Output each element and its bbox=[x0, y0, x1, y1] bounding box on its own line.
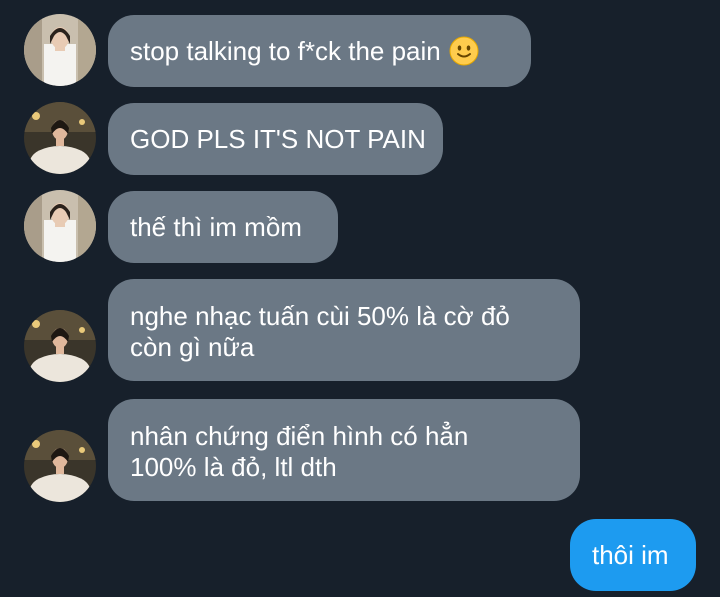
message-text: GOD PLS IT'S NOT PAIN bbox=[130, 123, 426, 154]
message-text: thôi im bbox=[592, 539, 669, 570]
slightly-smiling-face-icon bbox=[449, 36, 479, 66]
message-bubble[interactable]: stop talking to f*ck the pain bbox=[108, 15, 531, 87]
chat-thread: stop talking to f*ck the pain GOD PLS IT… bbox=[0, 0, 720, 597]
message-text-line: còn gì nữa bbox=[130, 332, 255, 362]
message-bubble[interactable]: GOD PLS IT'S NOT PAIN bbox=[108, 103, 443, 175]
avatar-contact-a[interactable] bbox=[24, 14, 96, 86]
message-bubble[interactable]: nghe nhạc tuấn cùi 50% là cờ đỏ còn gì n… bbox=[108, 279, 580, 381]
message-bubble[interactable]: thế thì im mồm bbox=[108, 191, 338, 263]
avatar-contact-b[interactable] bbox=[24, 310, 96, 382]
message-text-line: nhân chứng điển hình có hẳn bbox=[130, 421, 469, 451]
message-bubble[interactable]: nhân chứng điển hình có hẳn 100% là đỏ, … bbox=[108, 399, 580, 501]
message-text: stop talking to f*ck the pain bbox=[130, 35, 441, 66]
message-text-line: nghe nhạc tuấn cùi 50% là cờ đỏ bbox=[130, 301, 510, 331]
message-text-line: 100% là đỏ, ltl dth bbox=[130, 452, 337, 482]
outgoing-message-bubble[interactable]: thôi im bbox=[570, 519, 696, 591]
avatar-contact-b[interactable] bbox=[24, 430, 96, 502]
avatar-contact-a[interactable] bbox=[24, 190, 96, 262]
message-text: thế thì im mồm bbox=[130, 211, 302, 242]
avatar-contact-b[interactable] bbox=[24, 102, 96, 174]
